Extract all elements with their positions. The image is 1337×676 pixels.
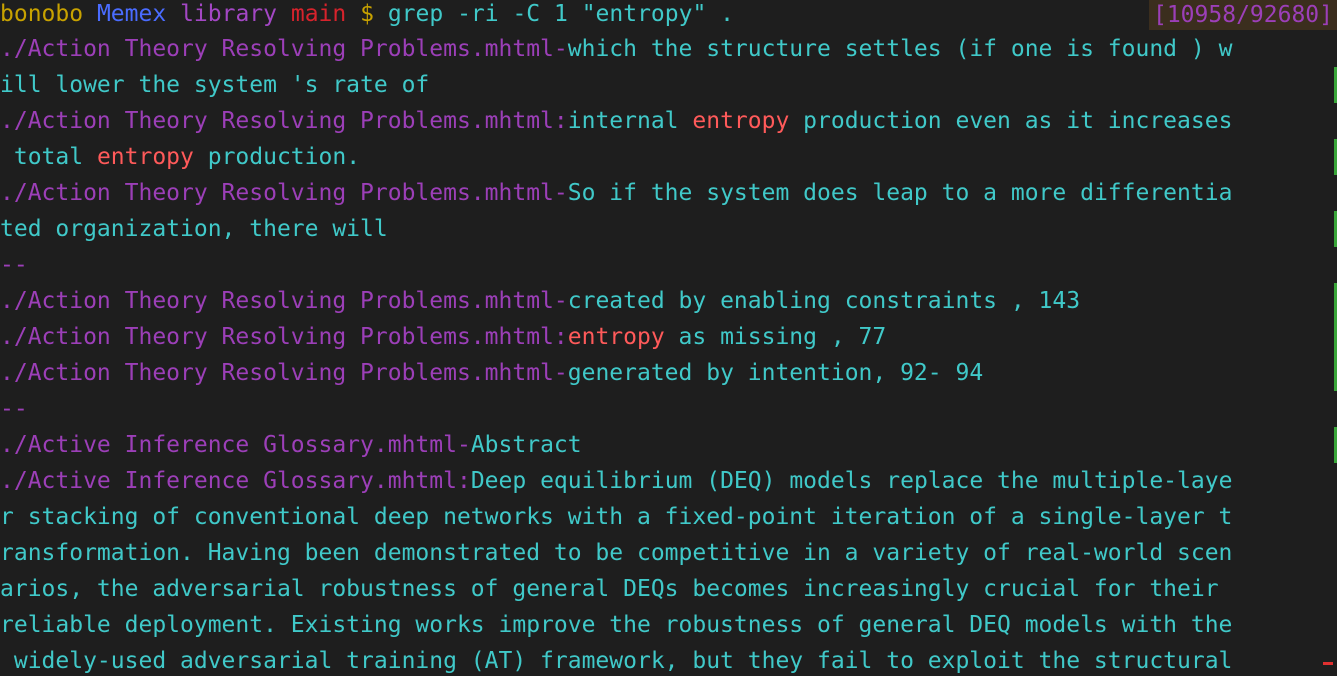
line-text: total — [0, 144, 97, 170]
output-line: -- — [0, 247, 1334, 283]
file-path: ./Active Inference Glossary.mhtml — [0, 468, 457, 494]
line-text: arios, the adversarial robustness of gen… — [0, 576, 1219, 602]
line-text: - — [553, 180, 568, 206]
line-text: which the structure settles (if one is f… — [567, 36, 1233, 62]
output-line: ./Action Theory Resolving Problems.mhtml… — [0, 355, 1334, 391]
line-text: - — [553, 360, 568, 386]
line-text: production. — [193, 144, 361, 170]
output-line: ./Active Inference Glossary.mhtml-Abstra… — [0, 427, 1334, 463]
line-text: ill lower the system 's rate of — [0, 72, 430, 98]
match-highlight: entropy — [567, 324, 665, 350]
line-text: : — [456, 468, 471, 494]
file-path: ./Active Inference Glossary.mhtml — [0, 432, 457, 458]
output-line: ./Action Theory Resolving Problems.mhtml… — [0, 31, 1334, 67]
file-path: ./Action Theory Resolving Problems.mhtml — [0, 324, 554, 350]
line-text: - — [456, 432, 471, 458]
output-line: ransformation. Having been demonstrated … — [0, 535, 1334, 571]
line-position-counter: [10958/92680] — [1148, 0, 1337, 30]
line-text: - — [553, 36, 568, 62]
line-text: So if the system does leap to a more dif… — [567, 180, 1233, 206]
line-text: created by enabling constraints , 143 — [567, 288, 1081, 314]
prompt-line: bonobo Memex library main $ grep -ri -C … — [0, 0, 1334, 32]
line-text: : — [553, 108, 568, 134]
line-text: r stacking of conventional deep networks… — [0, 504, 1233, 530]
line-text: as missing , 77 — [664, 324, 887, 350]
terminal-cursor — [1323, 662, 1333, 665]
output-line: ./Action Theory Resolving Problems.mhtml… — [0, 319, 1334, 355]
line-text: Abstract — [470, 432, 582, 458]
line-text: ted organization, there will — [0, 216, 388, 242]
file-path: ./Action Theory Resolving Problems.mhtml — [0, 108, 554, 134]
file-path: ./Action Theory Resolving Problems.mhtml — [0, 36, 554, 62]
match-highlight: entropy — [96, 144, 194, 170]
output-line: ./Action Theory Resolving Problems.mhtml… — [0, 283, 1334, 319]
line-text: widely-used adversarial training (AT) fr… — [0, 648, 1233, 674]
line-text: production even as it increases — [789, 108, 1233, 134]
output-line: ted organization, there will — [0, 211, 1334, 247]
line-text: : — [553, 324, 568, 350]
output-line: ./Action Theory Resolving Problems.mhtml… — [0, 175, 1334, 211]
line-text: Deep equilibrium (DEQ) models replace th… — [470, 468, 1233, 494]
prompt-branch: main — [290, 1, 347, 27]
output-line: ./Active Inference Glossary.mhtml:Deep e… — [0, 463, 1334, 499]
output-line: ill lower the system 's rate of — [0, 67, 1334, 103]
terminal-window[interactable]: bonobo Memex library main $ grep -ri -C … — [0, 0, 1337, 676]
output-line: ./Action Theory Resolving Problems.mhtml… — [0, 103, 1334, 139]
output-line: widely-used adversarial training (AT) fr… — [0, 643, 1334, 676]
command-text: grep -ri -C 1 "entropy" . — [387, 1, 735, 27]
line-text: - — [553, 288, 568, 314]
output-line: reliable deployment. Existing works impr… — [0, 607, 1334, 643]
prompt-user: bonobo — [0, 1, 84, 27]
prompt-dir-memex: Memex — [96, 1, 167, 27]
output-line: r stacking of conventional deep networks… — [0, 499, 1334, 535]
output-line: total entropy production. — [0, 139, 1334, 175]
line-text: -- — [0, 396, 28, 422]
file-path: ./Action Theory Resolving Problems.mhtml — [0, 180, 554, 206]
file-path: ./Action Theory Resolving Problems.mhtml — [0, 360, 554, 386]
file-path: ./Action Theory Resolving Problems.mhtml — [0, 288, 554, 314]
line-text: reliable deployment. Existing works impr… — [0, 612, 1233, 638]
line-text: internal — [567, 108, 693, 134]
line-text: generated by intention, 92- 94 — [567, 360, 984, 386]
line-text: ransformation. Having been demonstrated … — [0, 540, 1233, 566]
output-line: arios, the adversarial robustness of gen… — [0, 571, 1334, 607]
line-text: -- — [0, 252, 28, 278]
match-highlight: entropy — [692, 108, 790, 134]
prompt-dir-library: library — [180, 1, 277, 27]
output-line: -- — [0, 391, 1334, 427]
prompt-symbol: $ — [360, 1, 374, 27]
